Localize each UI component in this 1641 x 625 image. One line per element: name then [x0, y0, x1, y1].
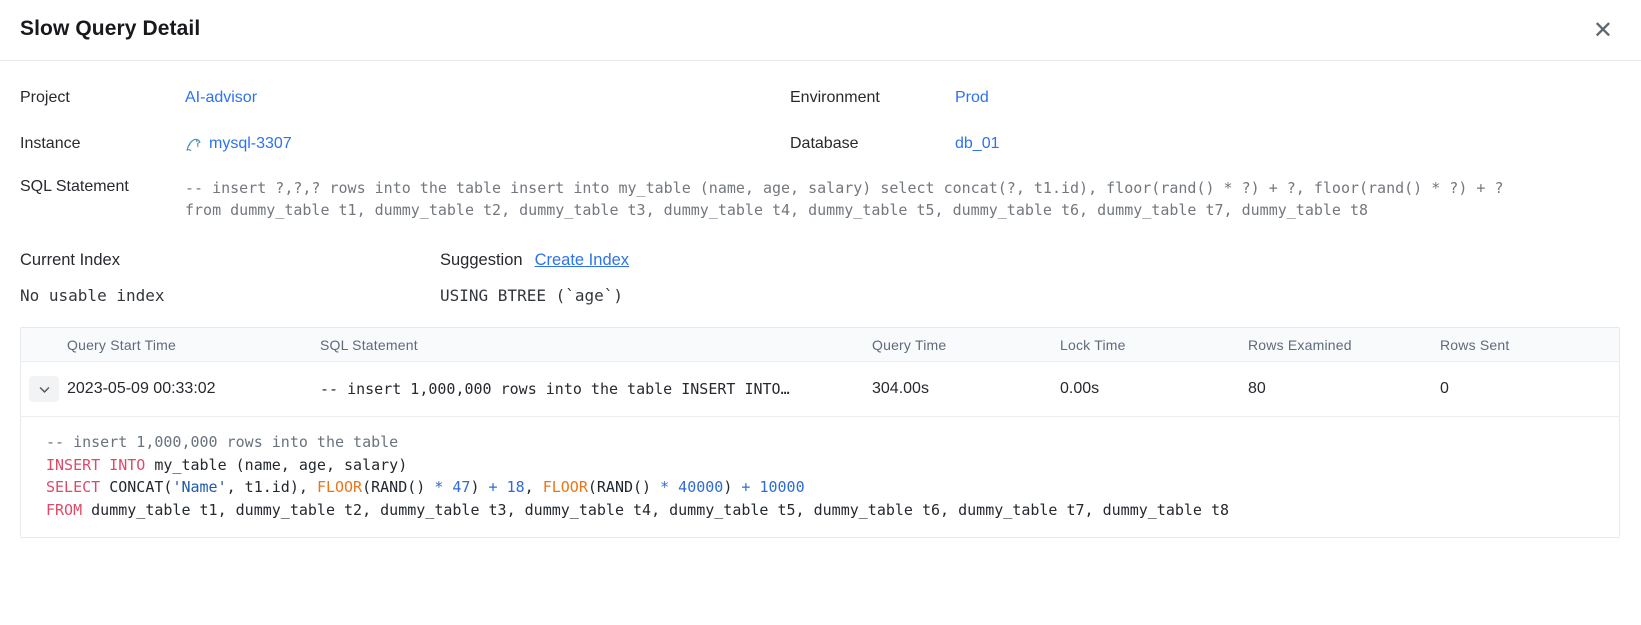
- suggestion-label: Suggestion: [440, 251, 523, 270]
- chevron-down-icon[interactable]: [29, 376, 59, 402]
- cell-lock-time: 0.00s: [1060, 380, 1248, 398]
- suggestion-value: USING BTREE (`age`): [440, 286, 1621, 305]
- mysql-dolphin-icon: [185, 136, 202, 153]
- page-title: Slow Query Detail: [20, 17, 200, 41]
- cell-sql-statement: -- insert 1,000,000 rows into the table …: [320, 380, 872, 398]
- col-sql-statement: SQL Statement: [320, 337, 872, 353]
- cell-query-time: 304.00s: [872, 380, 1060, 398]
- col-lock-time: Lock Time: [1060, 337, 1248, 353]
- create-index-link[interactable]: Create Index: [535, 251, 629, 270]
- cell-query-start-time: 2023-05-09 00:33:02: [67, 380, 320, 398]
- col-query-start-time: Query Start Time: [67, 337, 320, 353]
- sql-statement-section: SQL Statement -- insert ?,?,? rows into …: [20, 177, 1621, 221]
- current-index-label: Current Index: [20, 251, 440, 270]
- instance-label: Instance: [20, 135, 185, 153]
- environment-link[interactable]: Prod: [955, 89, 1621, 107]
- col-rows-sent: Rows Sent: [1440, 337, 1619, 353]
- sql-code-line: SELECT CONCAT('Name', t1.id), FLOOR(RAND…: [46, 476, 1599, 499]
- database-label: Database: [790, 135, 955, 153]
- col-rows-examined: Rows Examined: [1248, 337, 1440, 353]
- sql-code-line: INSERT INTO my_table (name, age, salary): [46, 454, 1599, 477]
- environment-label: Environment: [790, 89, 955, 107]
- instance-link[interactable]: mysql-3307: [209, 135, 292, 153]
- table-header-row: Query Start Time SQL Statement Query Tim…: [21, 328, 1619, 362]
- col-query-time: Query Time: [872, 337, 1060, 353]
- project-label: Project: [20, 89, 185, 107]
- index-section: Current Index Suggestion Create Index No…: [20, 251, 1621, 305]
- close-icon[interactable]: ✕: [1589, 17, 1617, 45]
- slow-query-table: Query Start Time SQL Statement Query Tim…: [20, 327, 1620, 538]
- sql-statement-digest: -- insert ?,?,? rows into the table inse…: [185, 177, 1535, 221]
- sql-code-line: FROM dummy_table t1, dummy_table t2, dum…: [46, 499, 1599, 522]
- project-link[interactable]: AI-advisor: [185, 89, 790, 107]
- cell-rows-sent: 0: [1440, 380, 1619, 398]
- table-row: 2023-05-09 00:33:02 -- insert 1,000,000 …: [21, 362, 1619, 417]
- sql-statement-label: SQL Statement: [20, 177, 185, 196]
- expanded-sql: -- insert 1,000,000 rows into the tableI…: [21, 417, 1619, 537]
- dialog-header: Slow Query Detail ✕: [0, 0, 1641, 61]
- meta-grid: Project AI-advisor Environment Prod Inst…: [20, 89, 1621, 153]
- cell-rows-examined: 80: [1248, 380, 1440, 398]
- database-link[interactable]: db_01: [955, 135, 1621, 153]
- current-index-value: No usable index: [20, 286, 440, 305]
- sql-code-line: -- insert 1,000,000 rows into the table: [46, 431, 1599, 454]
